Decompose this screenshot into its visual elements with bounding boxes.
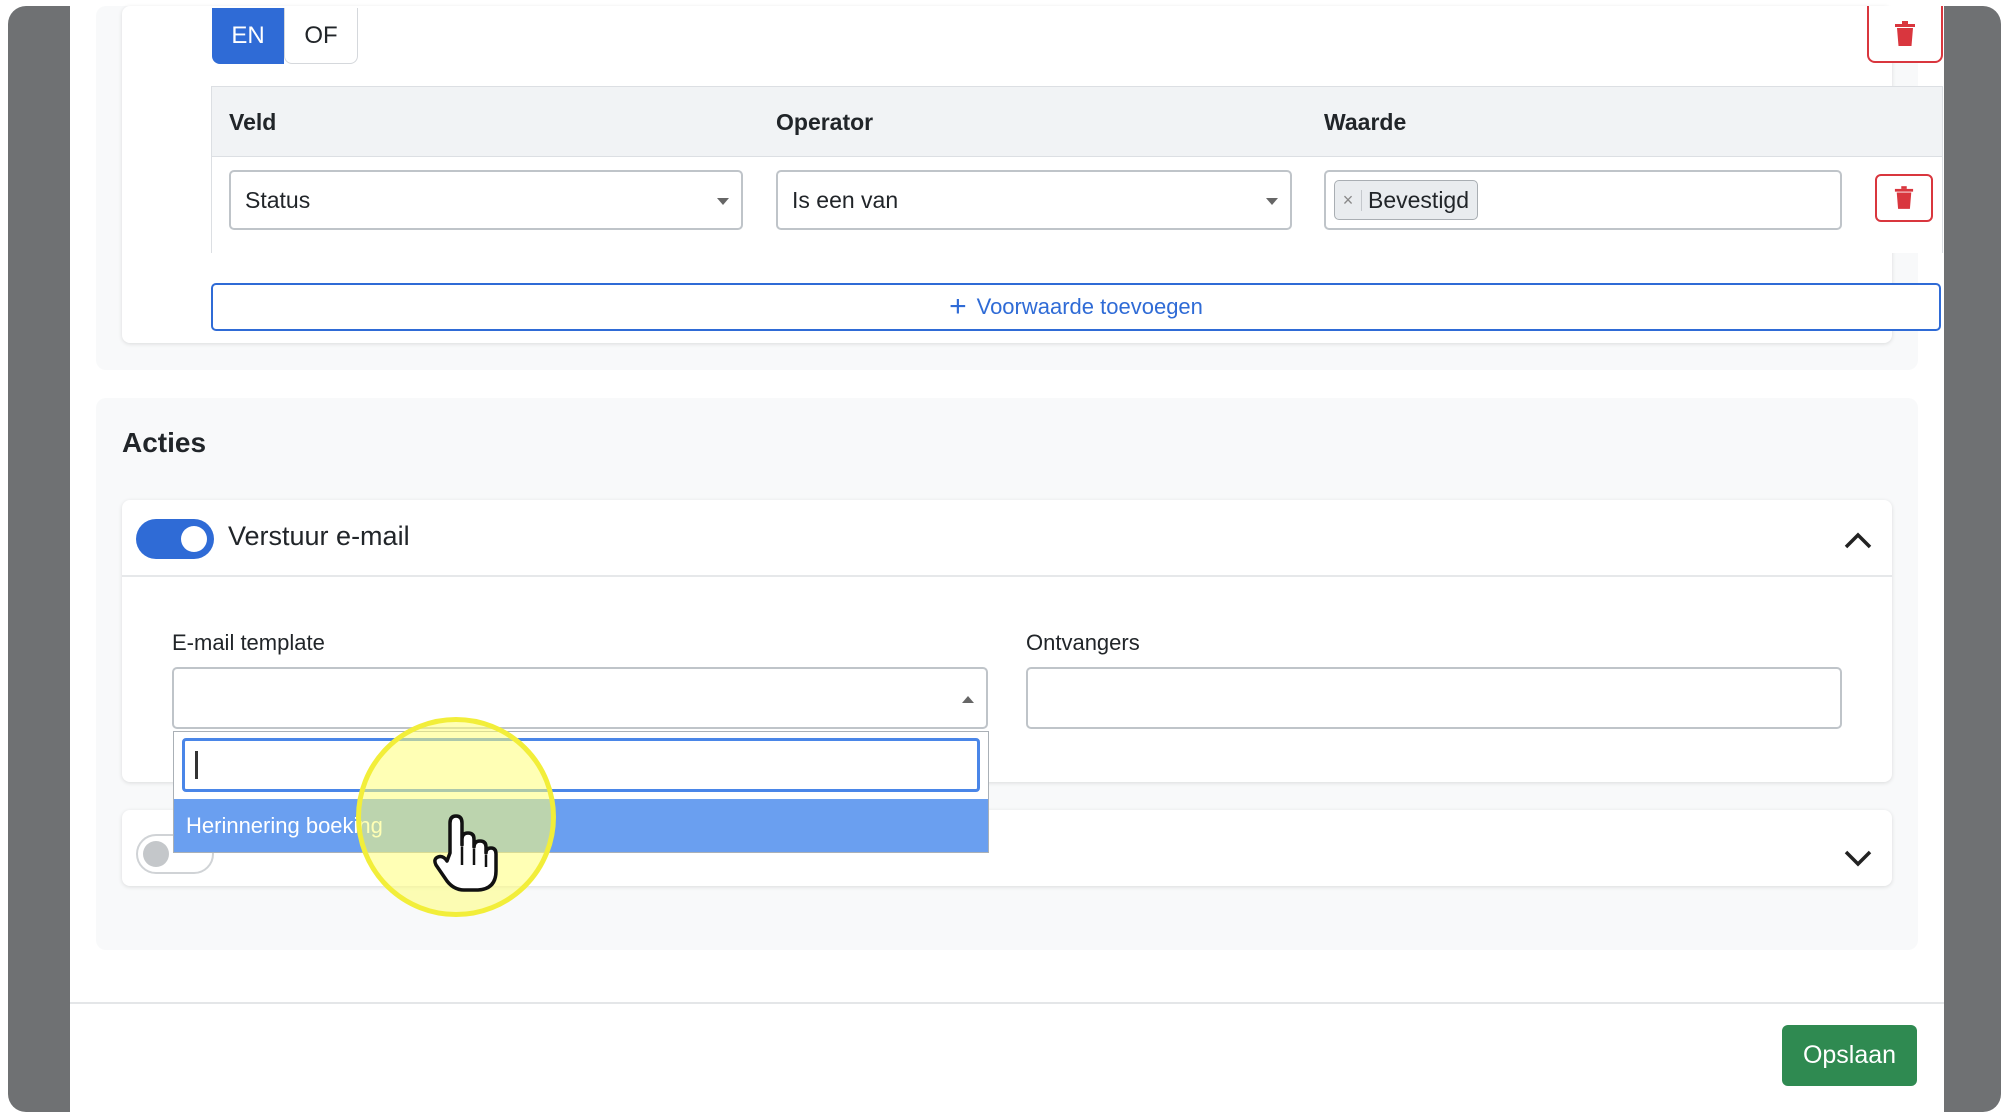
column-header-operator: Operator xyxy=(776,109,874,135)
dropdown-search-input[interactable] xyxy=(182,738,980,792)
chevron-down-icon[interactable] xyxy=(1843,849,1873,869)
add-condition-label: Voorwaarde toevoegen xyxy=(976,294,1203,319)
tag-remove-icon[interactable]: × xyxy=(1335,189,1362,211)
caret-down-icon xyxy=(1266,198,1278,205)
dropdown-option[interactable]: Herinnering boeking xyxy=(174,799,988,852)
save-button-label: Opslaan xyxy=(1802,1041,1897,1069)
operator-select-value: Is een van xyxy=(792,186,899,213)
trash-icon xyxy=(1894,186,1914,209)
value-tag-label: Bevestigd xyxy=(1368,186,1470,213)
email-template-select[interactable] xyxy=(172,667,988,729)
caret-down-icon xyxy=(717,198,729,205)
recipients-label: Ontvangers xyxy=(1026,630,1140,655)
column-header-field: Veld xyxy=(229,109,277,135)
dropdown-option-label: Herinnering boeking xyxy=(186,812,383,838)
logic-and-label: EN xyxy=(231,22,265,49)
modal-dialog: EN OF Veld Operator Waarde Status Is een… xyxy=(70,6,1944,1112)
toggle-knob xyxy=(181,526,207,552)
trash-icon xyxy=(1895,20,1915,46)
caret-up-icon xyxy=(962,696,974,703)
email-template-label: E-mail template xyxy=(172,630,325,655)
value-multiselect[interactable]: × Bevestigd xyxy=(1324,170,1842,230)
send-email-label: Verstuur e-mail xyxy=(228,521,410,551)
actions-title: Acties xyxy=(122,427,207,458)
field-select[interactable]: Status xyxy=(229,170,743,230)
chevron-up-icon[interactable] xyxy=(1843,530,1873,550)
operator-select[interactable]: Is een van xyxy=(776,170,1292,230)
email-template-dropdown: Herinnering boeking xyxy=(173,731,989,853)
plus-icon: + xyxy=(949,290,967,323)
hand-cursor-icon xyxy=(433,814,498,892)
add-condition-button[interactable]: + Voorwaarde toevoegen xyxy=(211,283,1941,331)
table-row: Status Is een van × Bevestigd xyxy=(212,156,1942,253)
value-tag: × Bevestigd xyxy=(1334,180,1479,220)
text-cursor xyxy=(195,751,198,779)
save-button[interactable]: Opslaan xyxy=(1782,1025,1917,1086)
delete-group-button[interactable] xyxy=(1867,6,1943,63)
footer-divider xyxy=(70,1002,1944,1004)
field-select-value: Status xyxy=(245,186,311,213)
recipients-input[interactable] xyxy=(1026,667,1842,729)
logic-or-button[interactable]: OF xyxy=(284,8,358,64)
column-header-value: Waarde xyxy=(1324,109,1407,135)
logic-or-label: OF xyxy=(304,21,338,49)
send-email-toggle[interactable] xyxy=(136,519,214,559)
card-divider xyxy=(122,575,1892,577)
logic-and-button[interactable]: EN xyxy=(212,8,284,64)
conditions-table: Veld Operator Waarde Status Is een van ×… xyxy=(211,86,1943,253)
delete-condition-button[interactable] xyxy=(1875,174,1933,222)
toggle-knob xyxy=(143,841,169,867)
